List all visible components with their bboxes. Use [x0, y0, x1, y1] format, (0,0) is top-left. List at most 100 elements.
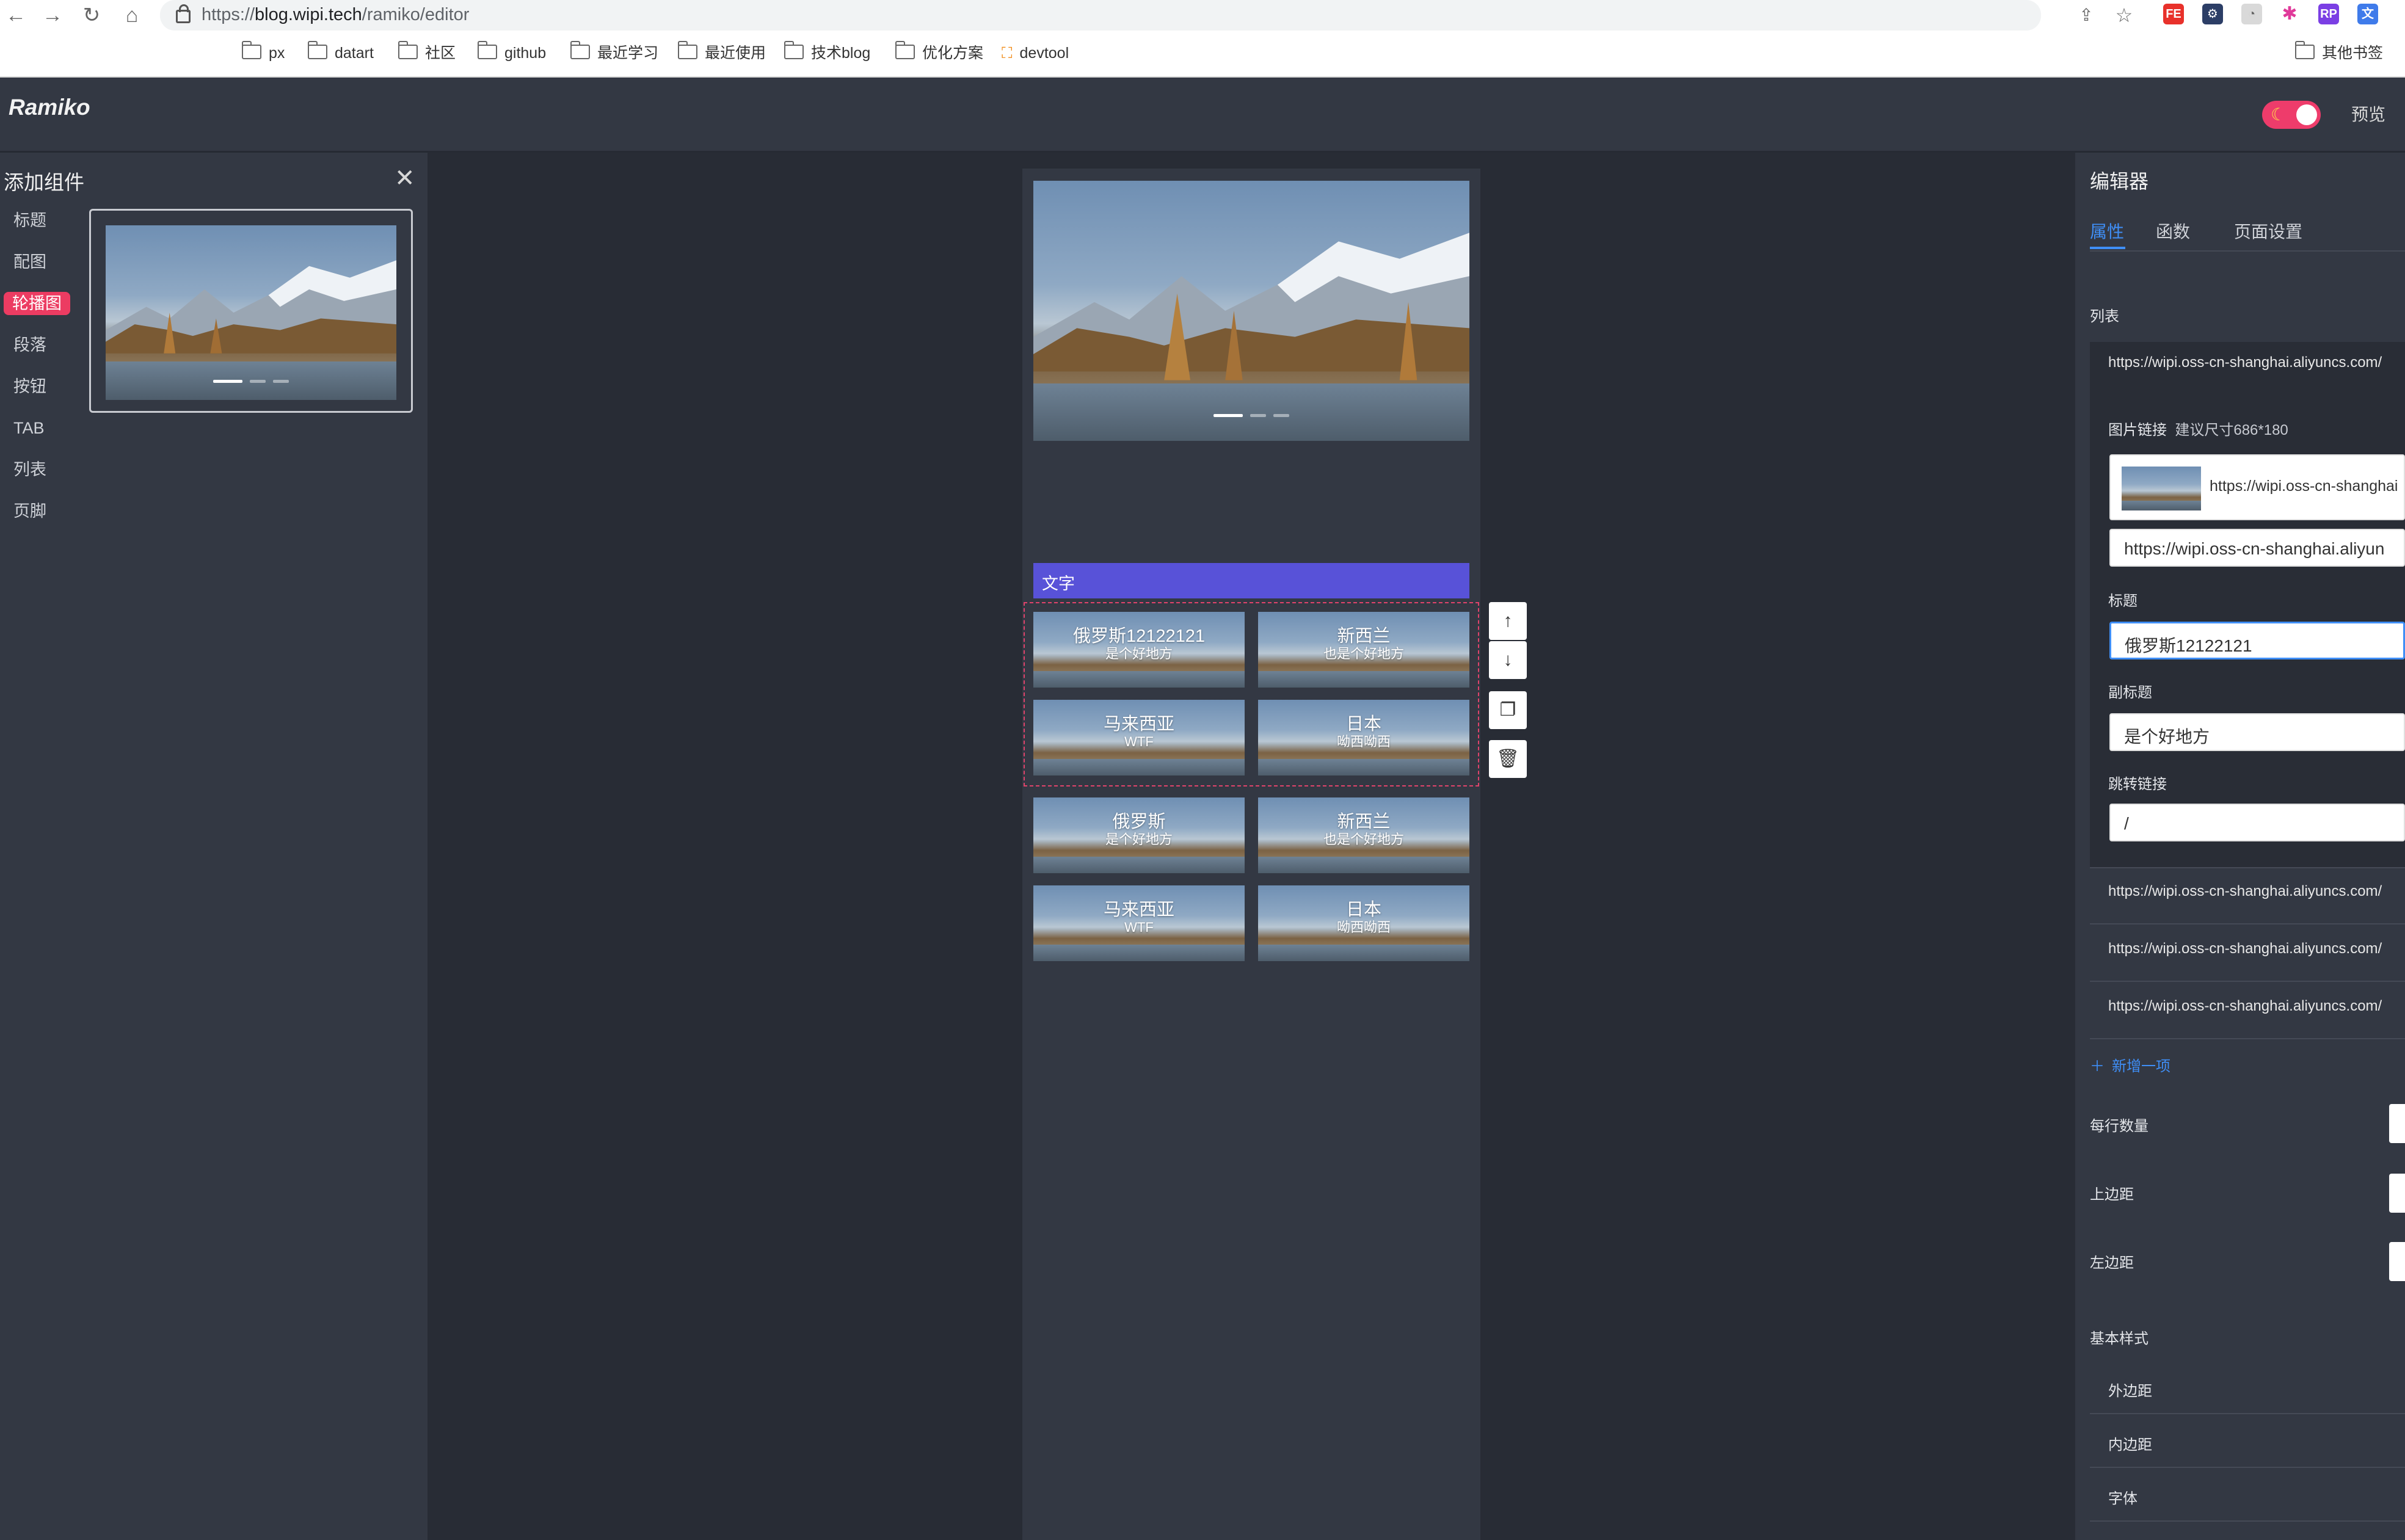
- move-down-icon[interactable]: ↓: [1489, 641, 1527, 679]
- app-logo[interactable]: Ramiko: [9, 95, 90, 120]
- title-input[interactable]: 俄罗斯12122121: [2109, 622, 2405, 659]
- home-icon[interactable]: ⌂: [120, 3, 144, 27]
- extension-rp-icon[interactable]: RP: [2318, 4, 2339, 24]
- bookmark-other[interactable]: 其他书签: [2295, 41, 2383, 64]
- image-thumbnail: [2122, 467, 2201, 510]
- tab-functions[interactable]: 函数: [2156, 219, 2190, 243]
- bookmark-github[interactable]: github: [478, 41, 546, 64]
- category-list[interactable]: 列表: [13, 459, 46, 480]
- category-tab[interactable]: TAB: [13, 418, 45, 438]
- url-text[interactable]: https://blog.wipi.tech/ramiko/editor: [202, 4, 469, 26]
- devtool-icon: ⛶: [1002, 45, 1013, 62]
- extension-flower-icon[interactable]: ✱: [2279, 4, 2300, 24]
- extension-clock-icon[interactable]: ◔: [2241, 4, 2262, 24]
- top-margin-label: 上边距: [2090, 1186, 2134, 1203]
- style-section-padding[interactable]: 内边距: [2108, 1433, 2152, 1454]
- close-icon[interactable]: ✕: [395, 166, 415, 191]
- tab-page-settings[interactable]: 页面设置: [2234, 219, 2302, 243]
- carousel-dots: [106, 375, 396, 386]
- subtitle-input[interactable]: 是个好地方: [2109, 713, 2405, 751]
- cell-subtitle: 也是个好地方: [1323, 646, 1404, 661]
- list-item-expanded: https://wipi.oss-cn-shanghai.aliyuncs.co…: [2090, 342, 2405, 867]
- extension-gear-icon[interactable]: ⚙: [2202, 4, 2223, 24]
- share-icon[interactable]: ⇪: [2074, 3, 2098, 27]
- preview-button[interactable]: 预览: [2351, 101, 2385, 129]
- cell-title: 俄罗斯: [1112, 812, 1166, 832]
- lock-icon: [176, 4, 191, 23]
- link-input[interactable]: /: [2109, 804, 2405, 841]
- bookmark-devtool[interactable]: ⛶ devtool: [1002, 43, 1069, 64]
- cell-subtitle: 是个好地方: [1105, 646, 1173, 661]
- star-icon[interactable]: ☆: [2112, 3, 2136, 27]
- carousel-preview-image: [106, 225, 396, 400]
- category-carousel[interactable]: 轮播图: [4, 292, 70, 315]
- list-item-header[interactable]: https://wipi.oss-cn-shanghai.aliyuncs.co…: [2108, 940, 2382, 957]
- image-link-input[interactable]: https://wipi.oss-cn-shanghai.aliyun: [2109, 529, 2405, 567]
- category-button[interactable]: 按钮: [13, 376, 46, 397]
- bookmark-px[interactable]: px: [242, 41, 285, 64]
- carousel-template-card[interactable]: [89, 209, 413, 413]
- toggle-knob: [2296, 104, 2317, 125]
- category-image[interactable]: 配图: [13, 252, 46, 272]
- plus-icon: ＋: [2090, 1058, 2105, 1075]
- bookmark-recent-learning[interactable]: 最近学习: [570, 41, 658, 64]
- top-margin-input[interactable]: [2389, 1174, 2405, 1213]
- bookmark-recent-used[interactable]: 最近使用: [678, 41, 766, 64]
- divider: [2090, 1413, 2405, 1414]
- lake-reflection: [2122, 501, 2201, 510]
- title-label: 标题: [2108, 593, 2138, 609]
- subtitle-label: 副标题: [2108, 685, 2152, 701]
- forward-icon[interactable]: →: [40, 3, 65, 27]
- tab-ink-bar: [2090, 247, 2125, 249]
- folder-icon: [478, 41, 497, 59]
- reload-icon[interactable]: ↻: [79, 3, 104, 27]
- style-section-margin[interactable]: 外边距: [2108, 1379, 2152, 1400]
- carousel-dots[interactable]: [1033, 409, 1469, 420]
- back-icon[interactable]: ←: [4, 3, 28, 27]
- grid-cell[interactable]: 马来西亚 WTF: [1033, 885, 1245, 961]
- grid-cell[interactable]: 俄罗斯12122121 是个好地方: [1033, 612, 1245, 688]
- extension-translate-icon[interactable]: 文: [2357, 4, 2378, 24]
- folder-icon: [570, 41, 590, 59]
- per-row-input[interactable]: [2389, 1104, 2405, 1143]
- list-item-header[interactable]: https://wipi.oss-cn-shanghai.aliyuncs.co…: [2108, 354, 2382, 371]
- delete-icon[interactable]: 🗑: [1489, 740, 1527, 778]
- cell-title: 新西兰: [1337, 627, 1391, 646]
- category-paragraph[interactable]: 段落: [13, 335, 46, 355]
- grid-cell[interactable]: 新西兰 也是个好地方: [1258, 797, 1469, 873]
- grid-cell[interactable]: 马来西亚 WTF: [1033, 700, 1245, 775]
- add-item-button[interactable]: ＋新增一项: [2090, 1054, 2170, 1075]
- panel-title: 添加组件: [4, 171, 84, 194]
- extension-fe-icon[interactable]: FE: [2163, 4, 2184, 24]
- image-upload-field[interactable]: https://wipi.oss-cn-shanghai: [2109, 454, 2405, 520]
- grid-cell[interactable]: 日本 呦西呦西: [1258, 885, 1469, 961]
- text-component-label: 文字: [1042, 575, 1075, 593]
- category-heading[interactable]: 标题: [13, 210, 46, 231]
- folder-icon: [678, 41, 697, 59]
- list-item-header[interactable]: https://wipi.oss-cn-shanghai.aliyuncs.co…: [2108, 998, 2382, 1015]
- theme-toggle[interactable]: ☾: [2262, 101, 2321, 129]
- list-item-header[interactable]: https://wipi.oss-cn-shanghai.aliyuncs.co…: [2108, 883, 2382, 900]
- moon-icon: ☾: [2271, 105, 2287, 124]
- cell-subtitle: 也是个好地方: [1323, 832, 1404, 847]
- category-footer[interactable]: 页脚: [13, 501, 46, 521]
- style-section-font[interactable]: 字体: [2108, 1486, 2138, 1508]
- grid-cell[interactable]: 新西兰 也是个好地方: [1258, 612, 1469, 688]
- text-component[interactable]: 文字: [1033, 563, 1469, 598]
- move-up-icon[interactable]: ↑: [1489, 602, 1527, 640]
- copy-icon[interactable]: ❐: [1489, 691, 1527, 729]
- address-bar[interactable]: https://blog.wipi.tech/ramiko/editor: [160, 0, 2041, 31]
- carousel-banner[interactable]: [1033, 181, 1469, 441]
- folder-icon: [784, 41, 804, 59]
- grid-cell[interactable]: 日本 呦西呦西: [1258, 700, 1469, 775]
- bookmark-optimization[interactable]: 优化方案: [895, 41, 983, 64]
- grid-cell[interactable]: 俄罗斯 是个好地方: [1033, 797, 1245, 873]
- left-margin-input[interactable]: [2389, 1242, 2405, 1281]
- cell-subtitle: 是个好地方: [1105, 832, 1173, 847]
- bookmark-tech-blog[interactable]: 技术blog: [784, 41, 870, 64]
- tab-properties[interactable]: 属性: [2090, 219, 2124, 243]
- folder-icon: [398, 41, 418, 59]
- bookmark-datart[interactable]: datart: [308, 41, 374, 64]
- bookmark-community[interactable]: 社区: [398, 41, 456, 64]
- list-label: 列表: [2090, 308, 2119, 325]
